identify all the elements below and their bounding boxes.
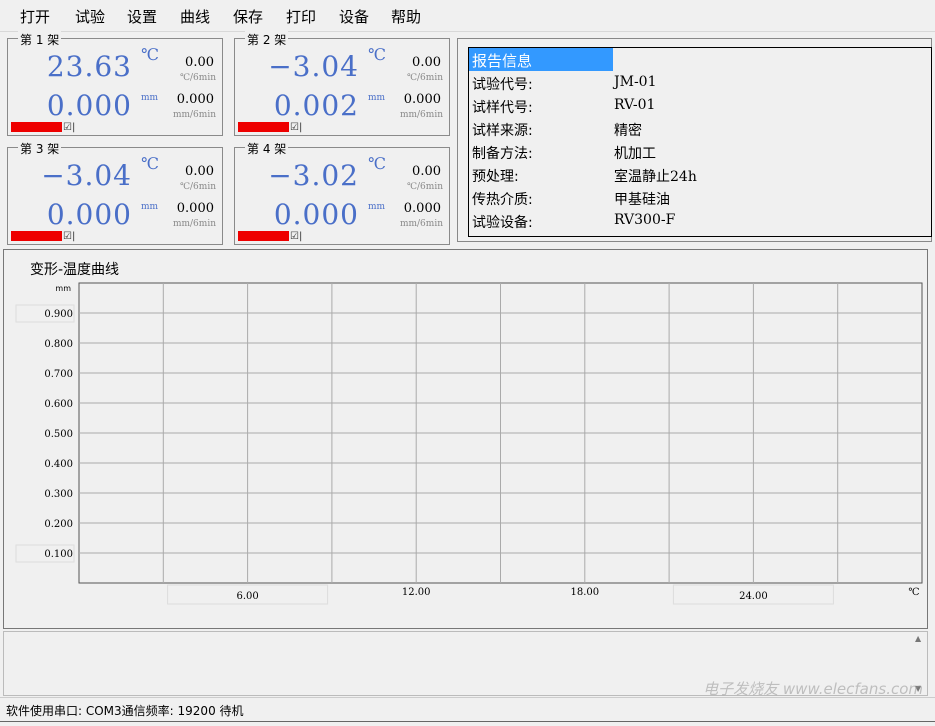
deformation-unit: mm (141, 93, 159, 103)
rack-panel-1: 第 1 架 23.63 ℃ 0.00 ℃/6min 0.000 mm 0.000… (7, 31, 223, 136)
y-tick-label: 0.700 (44, 369, 73, 380)
report-field-value: 精密 (614, 123, 642, 139)
rack-panel-4: 第 4 架 −3.02 ℃ 0.00 ℃/6min 0.000 mm 0.000… (234, 140, 450, 245)
temperature-unit: ℃ (368, 45, 386, 64)
rack-enable-checkbox[interactable]: ☑| (290, 231, 302, 242)
temperature-value: −3.02 (268, 159, 359, 192)
report-field-value: RV300-F (614, 212, 676, 228)
deformation-unit: mm (141, 202, 159, 212)
temperature-unit: ℃ (368, 154, 386, 173)
x-tick-label: 12.00 (402, 587, 431, 598)
status-text: 软件使用串口: COM3通信频率: 19200 待机 (6, 704, 244, 718)
deformation-rate: 0.000 (403, 92, 441, 107)
menu-help[interactable]: 帮助 (391, 6, 421, 27)
x-tick-label: 6.00 (236, 591, 258, 602)
menu-test[interactable]: 试验 (75, 6, 105, 27)
status-indicator-bar (11, 231, 62, 241)
chart-panel: 变形-温度曲线 0.900 0.800 0.700 0.600 0.500 0.400 0.… (3, 249, 928, 629)
rack-enable-checkbox[interactable]: ☑| (63, 231, 75, 242)
report-field-value: RV-01 (614, 97, 656, 113)
rack-panel-2: 第 2 架 −3.04 ℃ 0.00 ℃/6min 0.002 mm 0.000… (234, 31, 450, 136)
deformation-rate-unit: mm/6min (399, 219, 443, 229)
status-bar: 软件使用串口: COM3通信频率: 19200 待机 (0, 697, 935, 721)
deformation-value: 0.000 (46, 198, 132, 231)
report-field-label: 试验代号: (472, 77, 533, 93)
rack-title: 第 3 架 (18, 140, 62, 157)
status-indicator-bar (238, 231, 289, 241)
y-tick-label: 0.900 (44, 309, 73, 320)
status-indicator-bar (238, 122, 289, 132)
x-tick-label: 18.00 (570, 587, 599, 598)
menu-bar: 打开 试验 设置 曲线 保存 打印 设备 帮助 (0, 0, 935, 32)
temperature-rate-unit: ℃/6min (179, 73, 216, 83)
deformation-rate: 0.000 (176, 201, 214, 216)
menu-save[interactable]: 保存 (233, 6, 263, 27)
deformation-value: 0.002 (273, 89, 359, 122)
temperature-rate: 0.00 (185, 55, 214, 70)
y-tick-label: 0.600 (44, 399, 73, 410)
menu-open[interactable]: 打开 (20, 6, 50, 27)
deformation-rate-unit: mm/6min (172, 219, 216, 229)
report-field-label: 制备方法: (472, 146, 533, 162)
deformation-temperature-chart: 0.900 0.800 0.700 0.600 0.500 0.400 0.300 0.200… (15, 282, 923, 605)
rack-panel-3: 第 3 架 −3.04 ℃ 0.00 ℃/6min 0.000 mm 0.000… (7, 140, 223, 245)
rack-title: 第 2 架 (245, 31, 289, 48)
x-axis-unit: ℃ (908, 587, 919, 598)
scroll-up-icon[interactable]: ▲ (915, 634, 921, 643)
report-field-label: 预处理: (472, 169, 519, 185)
report-info-panel: 报告信息 试验代号: JM-01 试样代号: RV-01 试样来源: 精密制备方法: 机加工… (457, 38, 932, 242)
report-field-label: 试样来源: (472, 123, 533, 139)
status-indicator-bar (11, 122, 62, 132)
temperature-unit: ℃ (141, 45, 159, 64)
deformation-rate-unit: mm/6min (172, 110, 216, 120)
report-info-header[interactable]: 报告信息 (469, 48, 613, 71)
report-field-label: 传热介质: (472, 192, 533, 208)
temperature-value: −3.04 (41, 159, 132, 192)
temperature-rate-unit: ℃/6min (406, 182, 443, 192)
deformation-rate-unit: mm/6min (399, 110, 443, 120)
report-field-label: 试验设备: (472, 215, 533, 231)
menu-curve[interactable]: 曲线 (180, 6, 210, 27)
x-tick-label: 24.00 (739, 591, 768, 602)
report-field-label: 试样代号: (472, 100, 533, 116)
deformation-value: 0.000 (273, 198, 359, 231)
y-tick-label: 0.300 (44, 489, 73, 500)
temperature-value: −3.04 (268, 50, 359, 83)
report-field-value: JM-01 (614, 74, 657, 90)
menu-settings[interactable]: 设置 (127, 6, 157, 27)
report-field-value: 机加工 (614, 146, 656, 162)
temperature-unit: ℃ (141, 154, 159, 173)
watermark: 电子发烧友 www.elecfans.com (703, 680, 923, 698)
rack-title: 第 4 架 (245, 140, 289, 157)
rack-enable-checkbox[interactable]: ☑| (63, 122, 75, 133)
y-tick-label: 0.100 (44, 549, 73, 560)
temperature-rate-unit: ℃/6min (406, 73, 443, 83)
window-bottom-border (0, 721, 935, 726)
y-tick-label: 0.400 (44, 459, 73, 470)
report-field-value: 室温静止24h (614, 169, 697, 185)
temperature-rate-unit: ℃/6min (179, 182, 216, 192)
temperature-rate: 0.00 (412, 164, 441, 179)
menu-device[interactable]: 设备 (339, 6, 369, 27)
deformation-rate: 0.000 (176, 92, 214, 107)
rack-enable-checkbox[interactable]: ☑| (290, 122, 302, 133)
y-tick-label: 0.200 (44, 519, 73, 530)
y-axis-unit: mm (55, 284, 71, 293)
menu-print[interactable]: 打印 (286, 6, 316, 27)
y-tick-label: 0.500 (44, 429, 73, 440)
temperature-rate: 0.00 (185, 164, 214, 179)
deformation-unit: mm (368, 202, 386, 212)
rack-title: 第 1 架 (18, 31, 62, 48)
temperature-rate: 0.00 (412, 55, 441, 70)
report-field-value: 甲基硅油 (614, 192, 670, 208)
y-tick-label: 0.800 (44, 339, 73, 350)
deformation-unit: mm (368, 93, 386, 103)
temperature-value: 23.63 (46, 50, 132, 83)
deformation-value: 0.000 (46, 89, 132, 122)
deformation-rate: 0.000 (403, 201, 441, 216)
